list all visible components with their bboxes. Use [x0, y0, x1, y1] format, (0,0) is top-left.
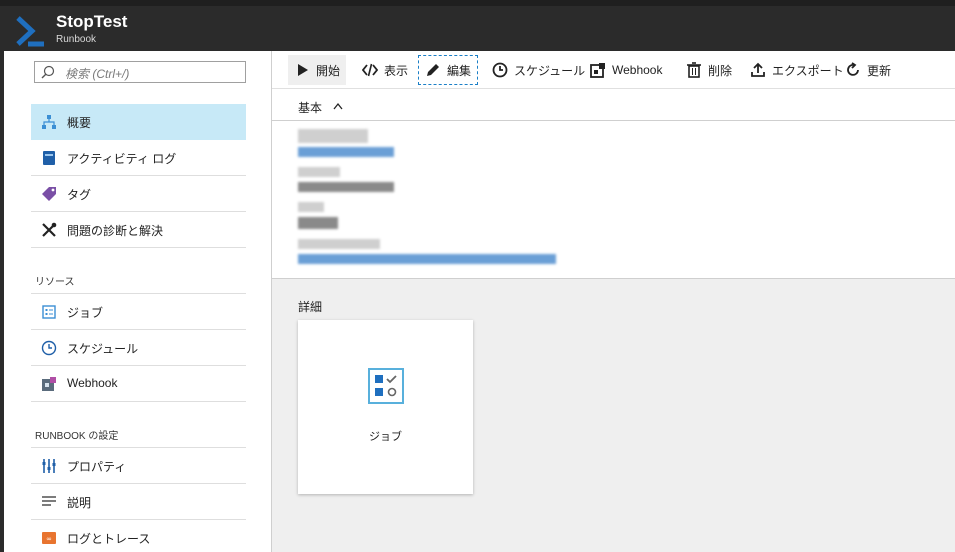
export-label: エクスポート — [772, 63, 844, 78]
page-title: StopTest — [56, 12, 128, 31]
clock-icon — [492, 62, 508, 78]
main-content: 開始 表示 編集 スケジュール Webhook 削除 エクスポート 更新 基本 … — [272, 51, 955, 552]
refresh-label: 更新 — [867, 63, 892, 78]
account-label-blurred — [298, 167, 340, 177]
chevron-up-icon — [333, 102, 343, 110]
clock-icon — [41, 340, 57, 356]
activity-log-icon — [43, 151, 55, 165]
properties-icon — [42, 459, 56, 473]
view-button[interactable]: 表示 — [356, 55, 414, 85]
sidebar-item-label: 説明 — [67, 496, 92, 510]
export-button[interactable]: エクスポート — [744, 55, 850, 85]
schedule-label: スケジュール — [514, 63, 586, 78]
webhook-icon — [42, 377, 56, 391]
search-icon — [41, 65, 55, 79]
status-value-blurred — [298, 217, 338, 229]
trash-icon — [687, 62, 701, 78]
delete-label: 削除 — [708, 63, 733, 78]
edit-button[interactable]: 編集 — [418, 55, 479, 85]
view-label: 表示 — [384, 63, 409, 78]
runbook-type-label-blurred — [298, 239, 380, 249]
search-placeholder: 検索 (Ctrl+/) — [65, 67, 130, 81]
section-header-runbook-settings: RUNBOOK の設定 — [35, 431, 119, 442]
start-label: 開始 — [316, 63, 341, 78]
details-label: 詳細 — [298, 300, 323, 314]
search-input[interactable]: 検索 (Ctrl+/) — [34, 61, 246, 83]
webhook-button[interactable]: Webhook — [584, 55, 668, 85]
account-value-blurred — [298, 182, 394, 192]
play-icon — [298, 64, 308, 76]
refresh-icon — [847, 62, 859, 76]
sidebar-item-log-trace[interactable]: ∞ ログとトレース — [31, 520, 246, 552]
essentials-label: 基本 — [298, 101, 323, 115]
refresh-button[interactable]: 更新 — [839, 55, 897, 85]
page-subtitle: Runbook — [56, 34, 97, 45]
jobs-icon — [42, 305, 56, 319]
sidebar-item-label: スケジュール — [67, 342, 139, 356]
details-area: 詳細 ジョブ — [272, 278, 955, 552]
pencil-icon — [427, 64, 439, 76]
jobs-icon — [368, 368, 404, 404]
runbook-type-link-blurred[interactable] — [298, 254, 556, 264]
command-toolbar: 開始 表示 編集 スケジュール Webhook 削除 エクスポート 更新 — [272, 51, 955, 89]
export-icon — [751, 62, 765, 77]
edit-label: 編集 — [447, 63, 472, 78]
section-header-resources: リソース — [35, 277, 75, 288]
sidebar-item-activity-log[interactable]: アクティビティ ログ — [31, 140, 246, 176]
svg-text:∞: ∞ — [46, 535, 52, 543]
sidebar-item-properties[interactable]: プロパティ — [31, 448, 246, 484]
top-bar: StopTest Runbook — [0, 0, 955, 51]
tag-icon — [42, 187, 56, 201]
sidebar-item-label: ジョブ — [67, 306, 104, 320]
resource-group-label-blurred — [298, 129, 368, 143]
jobs-tile-label: ジョブ — [369, 431, 402, 443]
sidebar-item-label: 問題の診断と解決 — [67, 224, 164, 238]
jobs-tile[interactable]: ジョブ — [298, 320, 473, 494]
sidebar-item-overview[interactable]: 概要 — [31, 104, 246, 140]
start-button[interactable]: 開始 — [288, 55, 347, 85]
description-icon — [42, 496, 56, 506]
runbook-logo-icon — [16, 16, 44, 47]
sidebar-item-webhook[interactable]: Webhook — [31, 366, 246, 402]
log-trace-icon: ∞ — [42, 532, 56, 544]
sidebar-item-tags[interactable]: タグ — [31, 176, 246, 212]
webhook-label: Webhook — [612, 63, 663, 77]
sidebar-item-label: 概要 — [67, 116, 92, 130]
code-icon — [362, 63, 378, 77]
status-label-blurred — [298, 202, 324, 212]
sidebar-item-label: プロパティ — [67, 460, 127, 474]
sidebar-item-label: Webhook — [67, 376, 118, 390]
sidebar-item-schedules[interactable]: スケジュール — [31, 330, 246, 366]
essentials-properties — [298, 129, 698, 264]
sidebar: 検索 (Ctrl+/) 概要 アクティビティ ログ タグ 問題の診断と解決 リソ… — [4, 51, 272, 552]
resource-group-link-blurred[interactable] — [298, 147, 394, 157]
sidebar-item-jobs[interactable]: ジョブ — [31, 294, 246, 330]
hierarchy-icon — [42, 115, 56, 129]
sidebar-item-label: アクティビティ ログ — [67, 152, 177, 166]
sidebar-item-diagnose[interactable]: 問題の診断と解決 — [31, 212, 246, 248]
wrench-icon — [42, 222, 57, 237]
sidebar-item-label: タグ — [67, 188, 92, 202]
essentials-toggle[interactable]: 基本 — [272, 89, 955, 121]
schedule-button[interactable]: スケジュール — [486, 55, 591, 85]
sidebar-item-label: ログとトレース — [67, 532, 151, 546]
delete-button[interactable]: 削除 — [680, 55, 738, 85]
sidebar-item-description[interactable]: 説明 — [31, 484, 246, 520]
webhook-icon — [590, 63, 605, 78]
